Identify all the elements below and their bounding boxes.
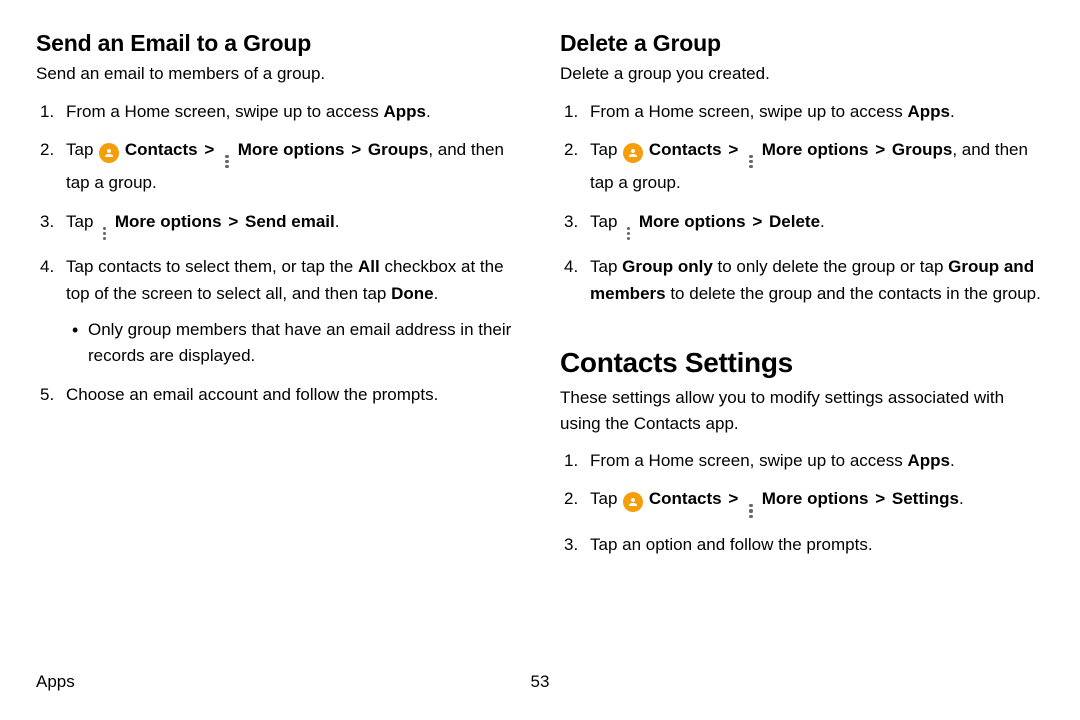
- more-options-icon: [222, 152, 232, 170]
- text: Choose an email account and follow the p…: [66, 385, 438, 404]
- step-item: Tap Contacts > More options > Groups, an…: [36, 137, 520, 197]
- step-item: From a Home screen, swipe up to access A…: [36, 99, 520, 125]
- step-item: Tap More options > Send email.: [36, 209, 520, 243]
- step-item: Tap Contacts > More options > Settings.: [560, 486, 1044, 520]
- apps-label: Apps: [907, 102, 950, 121]
- contacts-label: Contacts: [125, 140, 198, 159]
- apps-label: Apps: [383, 102, 426, 121]
- contacts-icon: [623, 143, 643, 163]
- more-options-icon: [623, 224, 633, 242]
- more-options-label: More options: [762, 140, 869, 159]
- left-column: Send an Email to a Group Send an email t…: [36, 30, 520, 570]
- delete-group-intro: Delete a group you created.: [560, 61, 1044, 87]
- step-item: Tap contacts to select them, or tap the …: [36, 254, 520, 369]
- send-email-group-heading: Send an Email to a Group: [36, 30, 520, 57]
- step-item: From a Home screen, swipe up to access A…: [560, 99, 1044, 125]
- right-column: Delete a Group Delete a group you create…: [560, 30, 1044, 570]
- text: .: [950, 451, 955, 470]
- text: .: [426, 102, 431, 121]
- more-options-label: More options: [639, 212, 746, 231]
- text: Tap an option and follow the prompts.: [590, 535, 873, 554]
- text: Only group members that have an email ad…: [88, 320, 511, 365]
- text: .: [434, 284, 439, 303]
- send-email-group-steps: From a Home screen, swipe up to access A…: [36, 99, 520, 409]
- page-footer: Apps 53: [36, 672, 1044, 692]
- text: .: [820, 212, 825, 231]
- text: From a Home screen, swipe up to access: [66, 102, 383, 121]
- delete-label: Delete: [769, 212, 820, 231]
- done-label: Done: [391, 284, 434, 303]
- contacts-settings-intro: These settings allow you to modify setti…: [560, 385, 1044, 436]
- group-only-label: Group only: [622, 257, 713, 276]
- text: .: [950, 102, 955, 121]
- more-options-label: More options: [762, 489, 869, 508]
- chevron-icon: >: [351, 140, 361, 159]
- chevron-icon: >: [728, 140, 738, 159]
- text: Tap: [590, 140, 622, 159]
- more-options-icon: [746, 502, 756, 520]
- delete-group-heading: Delete a Group: [560, 30, 1044, 57]
- contacts-icon: [623, 492, 643, 512]
- text: From a Home screen, swipe up to access: [590, 102, 907, 121]
- text: .: [335, 212, 340, 231]
- contacts-icon: [99, 143, 119, 163]
- text: Tap: [590, 489, 622, 508]
- text: to delete the group and the contacts in …: [666, 284, 1041, 303]
- step-item: From a Home screen, swipe up to access A…: [560, 448, 1044, 474]
- substep-item: Only group members that have an email ad…: [66, 317, 520, 370]
- all-label: All: [358, 257, 380, 276]
- chevron-icon: >: [875, 140, 885, 159]
- groups-label: Groups: [892, 140, 952, 159]
- chevron-icon: >: [752, 212, 762, 231]
- step-item: Tap Group only to only delete the group …: [560, 254, 1044, 307]
- contacts-label: Contacts: [649, 140, 722, 159]
- contacts-settings-steps: From a Home screen, swipe up to access A…: [560, 448, 1044, 558]
- text: to only delete the group or tap: [713, 257, 948, 276]
- step-item: Tap an option and follow the prompts.: [560, 532, 1044, 558]
- step-item: Choose an email account and follow the p…: [36, 382, 520, 408]
- more-options-icon: [99, 224, 109, 242]
- footer-page-number: 53: [531, 672, 550, 692]
- chevron-icon: >: [875, 489, 885, 508]
- text: .: [959, 489, 964, 508]
- footer-section-label: Apps: [36, 672, 75, 692]
- text: Tap: [590, 257, 622, 276]
- more-options-label: More options: [238, 140, 345, 159]
- text: Tap: [66, 212, 98, 231]
- chevron-icon: >: [728, 489, 738, 508]
- contacts-settings-heading: Contacts Settings: [560, 347, 1044, 379]
- contacts-label: Contacts: [649, 489, 722, 508]
- more-options-icon: [746, 152, 756, 170]
- step-item: Tap Contacts > More options > Groups, an…: [560, 137, 1044, 197]
- text: Tap contacts to select them, or tap the: [66, 257, 358, 276]
- settings-label: Settings: [892, 489, 959, 508]
- substep-list: Only group members that have an email ad…: [66, 317, 520, 370]
- chevron-icon: >: [204, 140, 214, 159]
- apps-label: Apps: [907, 451, 950, 470]
- text: Tap: [66, 140, 98, 159]
- more-options-label: More options: [115, 212, 222, 231]
- send-email-group-intro: Send an email to members of a group.: [36, 61, 520, 87]
- chevron-icon: >: [228, 212, 238, 231]
- text: From a Home screen, swipe up to access: [590, 451, 907, 470]
- groups-label: Groups: [368, 140, 428, 159]
- step-item: Tap More options > Delete.: [560, 209, 1044, 243]
- delete-group-steps: From a Home screen, swipe up to access A…: [560, 99, 1044, 308]
- send-email-label: Send email: [245, 212, 335, 231]
- text: Tap: [590, 212, 622, 231]
